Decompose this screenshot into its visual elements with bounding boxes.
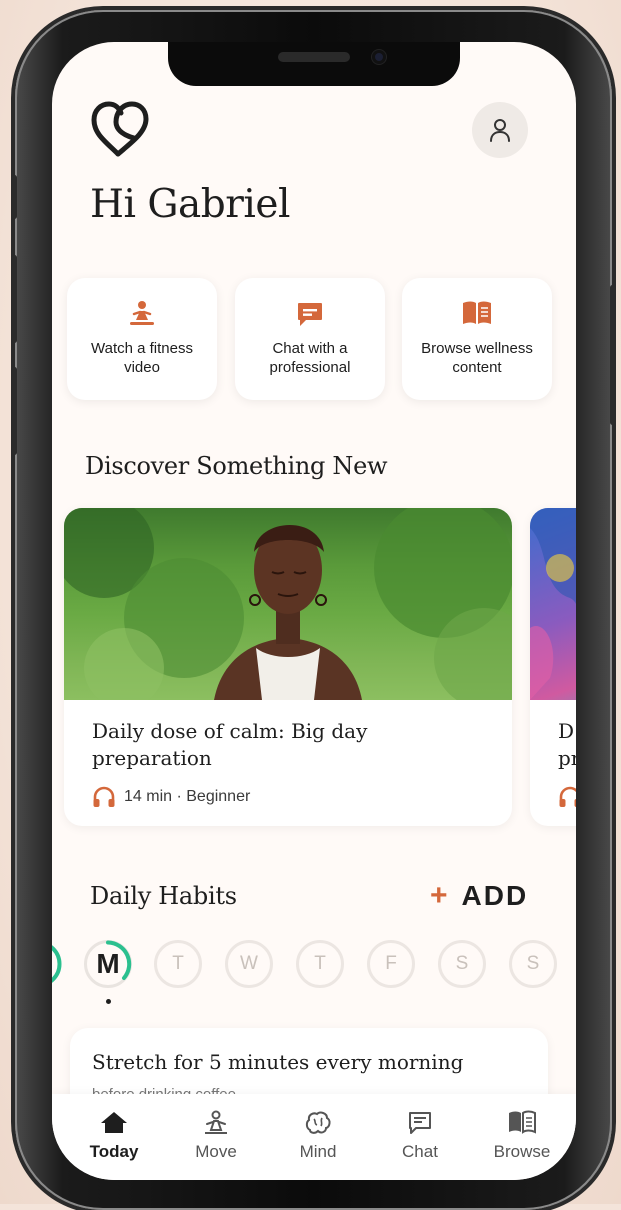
meditation-photo	[64, 508, 512, 700]
profile-button[interactable]	[472, 102, 528, 158]
day-selector-tuesday[interactable]: T	[154, 940, 202, 988]
card-meta-text: 14 min · Beginner	[124, 788, 251, 805]
plus-icon: +	[430, 879, 448, 912]
tab-label: Today	[89, 1142, 139, 1161]
tab-chat[interactable]: Chat	[368, 1094, 472, 1180]
card-title: D pr	[558, 719, 576, 770]
chat-with-professional-button[interactable]: Chat with a professional	[235, 278, 385, 400]
tab-label: Move	[195, 1142, 237, 1161]
brain-icon	[304, 1110, 332, 1141]
habit-title: Stretch for 5 minutes every morning	[92, 1050, 464, 1074]
progress-ring	[106, 940, 132, 980]
previous-day-ring[interactable]	[52, 940, 62, 988]
quick-action-label: Browse wellness content	[421, 340, 533, 376]
volume-down-button	[12, 367, 17, 455]
tab-mind[interactable]: Mind	[266, 1094, 370, 1180]
tab-label: Chat	[402, 1142, 438, 1161]
add-label: ADD	[461, 880, 529, 911]
add-habit-button[interactable]: + ADD	[430, 880, 528, 912]
app-logo-icon	[88, 98, 152, 158]
book-icon	[507, 1110, 537, 1139]
tab-label: Browse	[493, 1142, 551, 1161]
card-meta	[558, 786, 576, 808]
day-selector-friday[interactable]: F	[367, 940, 415, 988]
quick-action-label: Chat with a professional	[269, 340, 351, 376]
fitness-icon	[128, 300, 156, 331]
browse-wellness-content-button[interactable]: Browse wellness content	[402, 278, 552, 400]
day-selector-thursday[interactable]: T	[296, 940, 344, 988]
content-card[interactable]: D pr	[530, 508, 576, 826]
card-meta: 14 min · Beginner	[92, 786, 250, 808]
day-selector-sunday[interactable]: S	[509, 940, 557, 988]
watch-fitness-video-button[interactable]: Watch a fitness video	[67, 278, 217, 400]
selected-day-dot	[106, 999, 111, 1004]
day-letter: T	[172, 953, 184, 974]
discover-section-title: Discover Something New	[85, 452, 388, 480]
card-title: Daily dose of calm: Big day preparation	[92, 719, 368, 770]
mural-photo	[530, 508, 576, 700]
app-screen: Hi Gabriel Watch a fitness video Chat wi…	[52, 42, 576, 1180]
greeting-heading: Hi Gabriel	[90, 182, 290, 227]
day-letter: S	[455, 953, 469, 974]
notch	[168, 42, 460, 86]
tab-move[interactable]: Move	[164, 1094, 268, 1180]
bottom-tab-bar: Today Move Mind Chat Browse	[52, 1094, 576, 1180]
day-letter: S	[526, 953, 540, 974]
day-selector-saturday[interactable]: S	[438, 940, 486, 988]
quick-action-label: Watch a fitness video	[91, 340, 193, 376]
tab-today[interactable]: Today	[62, 1094, 166, 1180]
volume-up-button	[12, 255, 17, 343]
front-camera	[372, 50, 386, 64]
day-letter: W	[240, 953, 258, 974]
user-icon	[490, 119, 510, 142]
mute-switch	[12, 175, 17, 219]
power-button	[610, 285, 615, 425]
tab-label: Mind	[299, 1142, 337, 1161]
headphones-icon	[559, 786, 576, 807]
content-card[interactable]: Daily dose of calm: Big day preparation …	[64, 508, 512, 826]
chat-icon	[296, 300, 324, 333]
day-letter: T	[314, 953, 326, 974]
daily-habits-title: Daily Habits	[90, 882, 237, 910]
home-icon	[100, 1110, 128, 1139]
day-selector-wednesday[interactable]: W	[225, 940, 273, 988]
speaker-grille	[278, 52, 350, 62]
day-selector-monday[interactable]: M	[84, 940, 132, 988]
day-letter: F	[385, 953, 397, 974]
tab-browse[interactable]: Browse	[470, 1094, 574, 1180]
book-icon	[461, 300, 493, 331]
meditation-icon	[202, 1110, 230, 1141]
headphones-icon	[93, 786, 115, 807]
chat-icon	[407, 1110, 433, 1141]
